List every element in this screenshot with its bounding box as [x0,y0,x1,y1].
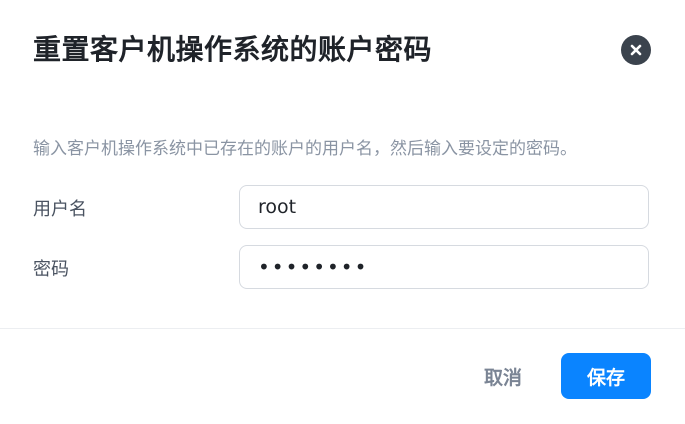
reset-password-dialog: 重置客户机操作系统的账户密码 输入客户机操作系统中已存在的账户的用户名，然后输入… [0,0,685,424]
username-label: 用户名 [33,199,87,220]
close-button[interactable] [621,35,651,65]
username-field-box [239,185,649,229]
dialog-title: 重置客户机操作系统的账户密码 [33,33,433,66]
footer-divider [0,328,685,329]
cancel-button[interactable]: 取消 [470,353,536,399]
save-button[interactable]: 保存 [561,353,651,399]
username-input[interactable] [240,186,648,228]
close-icon [630,44,642,56]
password-input[interactable] [240,246,648,288]
password-field-box [239,245,649,289]
password-label: 密码 [33,259,69,280]
dialog-description: 输入客户机操作系统中已存在的账户的用户名，然后输入要设定的密码。 [33,139,577,159]
